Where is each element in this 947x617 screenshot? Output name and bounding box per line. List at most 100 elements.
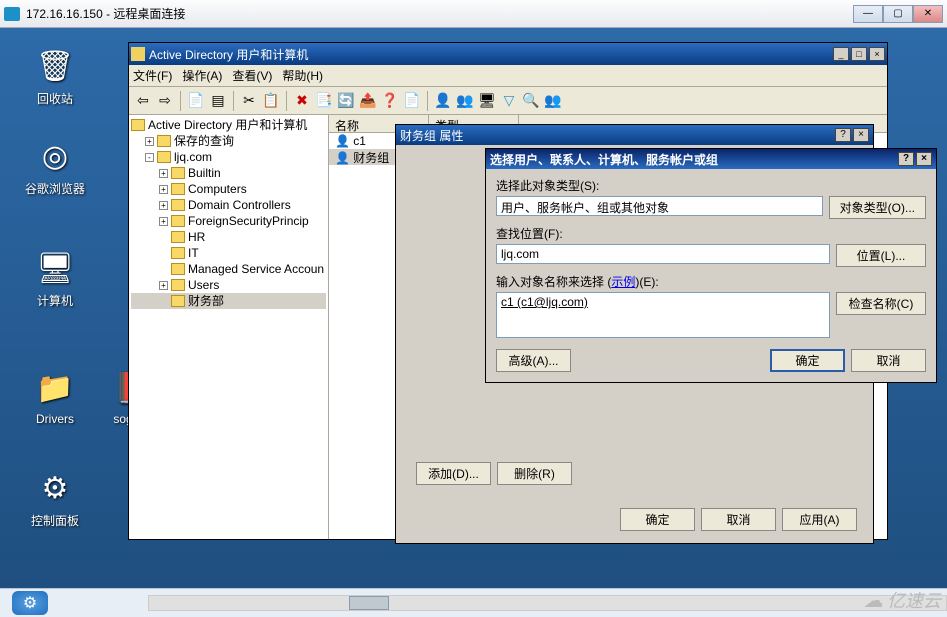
icon-label: Drivers [20,412,90,426]
tree-root[interactable]: Active Directory 用户和计算机 [131,117,326,133]
help-icon[interactable]: ❓ [380,91,400,111]
menu-item[interactable]: 文件(F) [133,67,172,84]
location-label: 查找位置(F): [496,225,926,242]
properties-buttons: 确定 取消 应用(A) [620,508,857,531]
maximize-button[interactable]: ▢ [883,5,913,23]
locations-button[interactable]: 位置(L)... [836,244,926,267]
object-type-label: 选择此对象类型(S): [496,177,926,194]
icon-glyph: 🖥 [35,248,75,288]
aduc-icon [131,47,145,61]
location-field: ljq.com [496,244,830,264]
watermark: ☁亿速云 [863,587,941,613]
close-button[interactable]: × [853,128,869,142]
tree-node[interactable]: +保存的查询 [131,133,326,149]
menu-item[interactable]: 操作(A) [182,67,222,84]
statusbar: ⚙ [0,588,947,617]
select-objects-title: 选择用户、联系人、计算机、服务帐户或组 [490,151,718,168]
tree-node[interactable]: +Computers [131,181,326,197]
icon-label: 计算机 [20,292,90,309]
group-icon[interactable]: 👥 [455,91,475,111]
object-names-input[interactable]: c1 (c1@ljq.com) [496,292,830,338]
close-button[interactable]: × [916,152,932,166]
scrollbar-horizontal[interactable] [148,595,947,611]
select-objects-titlebar: 选择用户、联系人、计算机、服务帐户或组 ? × [486,149,936,169]
add-button[interactable]: 添加(D)... [416,462,491,485]
object-type-field: 用户、服务帐户、组或其他对象 [496,196,823,216]
user-icon[interactable]: 👤 [433,91,453,111]
icon-glyph: ⚙ [35,468,75,508]
rdp-window-controls: — ▢ ✕ [853,5,943,23]
desktop-icon[interactable]: 📁 Drivers [20,368,90,426]
aduc-titlebar: Active Directory 用户和计算机 _ □ × [129,43,887,65]
more-icon[interactable]: 👥 [543,91,563,111]
rdp-window: 172.16.16.150 - 远程桌面连接 — ▢ ✕ 🗑回收站 ◎ 谷歌浏览器 🖥… [0,0,947,617]
icon-glyph: 📁 [35,368,75,408]
export-icon[interactable]: 📤 [358,91,378,111]
aduc-title: Active Directory 用户和计算机 [149,46,308,63]
properties-title: 财务组 属性 [400,127,463,144]
desktop-icon[interactable]: 🗑回收站 [20,46,90,107]
find-icon[interactable]: 🔍 [521,91,541,111]
aduc-toolbar[interactable]: ⇦ ⇨ 📄 ▤ ✂ 📋 ✖ 📑 🔄 📤 ❓ 📄 👤 👥 🖥 ▽ 🔍 👥 [129,87,887,115]
icon-label: 谷歌浏览器 [20,180,90,197]
tree-node[interactable]: 财务部 [131,293,326,309]
properties-titlebar: 财务组 属性 ? × [396,125,873,145]
select-objects-buttons: 高级(A)... 确定 取消 [496,349,926,372]
cancel-button[interactable]: 取消 [701,508,776,531]
menu-item[interactable]: 查看(V) [232,67,272,84]
ok-button[interactable]: 确定 [770,349,845,372]
maximize-button[interactable]: □ [851,47,867,61]
filter-icon[interactable]: ▽ [499,91,519,111]
select-objects-body: 选择此对象类型(S): 用户、服务帐户、组或其他对象 对象类型(O)... 查找… [486,169,936,352]
refresh-icon[interactable]: 🔄 [336,91,356,111]
tree-node[interactable]: Managed Service Accoun [131,261,326,277]
new-icon[interactable]: 📄 [402,91,422,111]
ok-button[interactable]: 确定 [620,508,695,531]
aduc-tree[interactable]: Active Directory 用户和计算机+保存的查询-ljq.com+Bu… [129,115,329,539]
forward-icon[interactable]: ⇨ [155,91,175,111]
tree-node[interactable]: +Users [131,277,326,293]
computer-icon[interactable]: 🖥 [477,91,497,111]
check-names-button[interactable]: 检查名称(C) [836,292,926,315]
properties-icon[interactable]: 📑 [314,91,334,111]
back-icon[interactable]: ⇦ [133,91,153,111]
rdp-icon [4,7,20,21]
cut-icon[interactable]: ✂ [239,91,259,111]
object-types-button[interactable]: 对象类型(O)... [829,196,926,219]
icon-label: 回收站 [20,90,90,107]
list-icon[interactable]: ▤ [208,91,228,111]
start-button[interactable]: ⚙ [12,591,48,615]
rdp-title: 172.16.16.150 - 远程桌面连接 [26,5,185,22]
example-link[interactable]: 示例 [611,275,635,289]
desktop-icon[interactable]: 🖥 计算机 [20,248,90,309]
aduc-menubar[interactable]: 文件(F) 操作(A) 查看(V) 帮助(H) [129,65,887,87]
up-icon[interactable]: 📄 [186,91,206,111]
help-button[interactable]: ? [898,152,914,166]
scroll-thumb[interactable] [349,596,389,610]
help-button[interactable]: ? [835,128,851,142]
desktop-icon[interactable]: ◎ 谷歌浏览器 [20,136,90,197]
close-button[interactable]: ✕ [913,5,943,23]
close-button[interactable]: × [869,47,885,61]
desktop-icon[interactable]: ⚙控制面板 [20,468,90,529]
select-objects-dialog: 选择用户、联系人、计算机、服务帐户或组 ? × 选择此对象类型(S): 用户、服… [485,148,937,383]
aduc-window-controls: _ □ × [833,47,885,61]
icon-glyph: ◎ [35,136,75,176]
delete-icon[interactable]: ✖ [292,91,312,111]
cancel-button[interactable]: 取消 [851,349,926,372]
copy-icon[interactable]: 📋 [261,91,281,111]
minimize-button[interactable]: _ [833,47,849,61]
minimize-button[interactable]: — [853,5,883,23]
names-label: 输入对象名称来选择 (示例)(E): [496,273,926,290]
tree-node[interactable]: +Domain Controllers [131,197,326,213]
tree-node[interactable]: -ljq.com [131,149,326,165]
remove-button[interactable]: 删除(R) [497,462,572,485]
tree-node[interactable]: HR [131,229,326,245]
tree-node[interactable]: +ForeignSecurityPrincip [131,213,326,229]
tree-node[interactable]: +Builtin [131,165,326,181]
rdp-titlebar: 172.16.16.150 - 远程桌面连接 — ▢ ✕ [0,0,947,28]
menu-item[interactable]: 帮助(H) [282,67,323,84]
advanced-button[interactable]: 高级(A)... [496,349,571,372]
apply-button[interactable]: 应用(A) [782,508,857,531]
tree-node[interactable]: IT [131,245,326,261]
